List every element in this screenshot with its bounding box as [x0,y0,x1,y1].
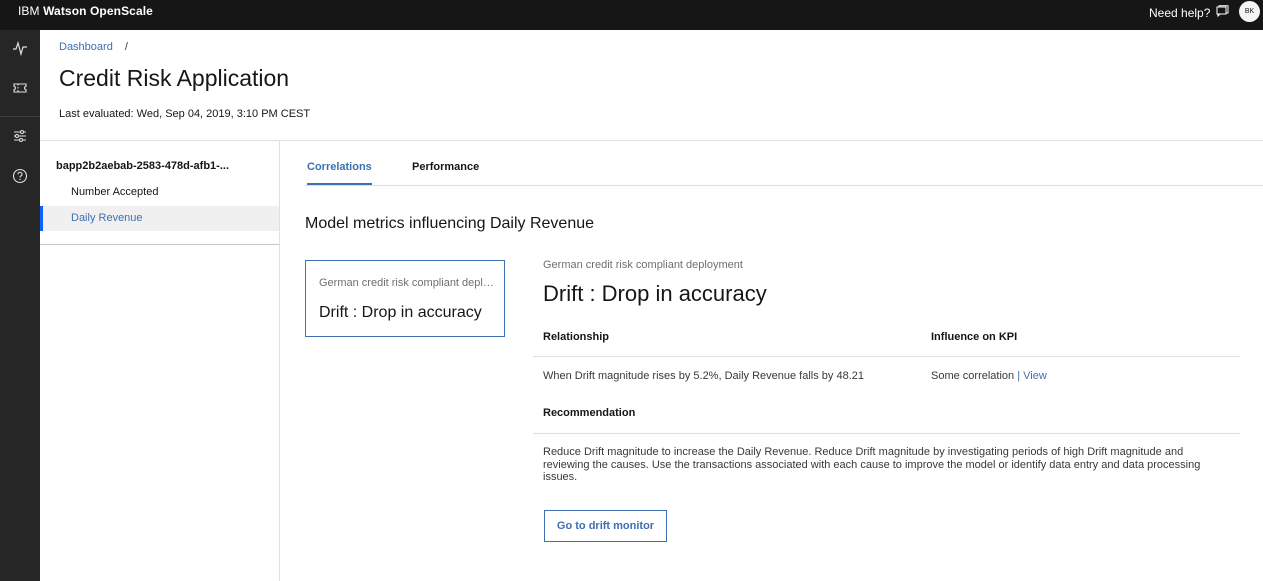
breadcrumb: Dashboard / [59,41,128,53]
help-icon [12,168,28,189]
model-catalog-nav-button[interactable] [0,70,40,110]
relationship-value: When Drift magnitude rises by 5.2%, Dail… [543,370,864,382]
side-rail [0,30,40,581]
user-avatar[interactable]: BK [1239,1,1260,22]
nav-item-number-accepted[interactable]: Number Accepted [40,180,279,205]
nav-item-daily-revenue[interactable]: Daily Revenue [40,206,279,231]
card-subtitle: German credit risk compliant deployment [319,277,494,289]
last-evaluated-text: Last evaluated: Wed, Sep 04, 2019, 3:10 … [59,108,311,120]
tab-bar: Correlations Performance [305,141,1263,186]
app-brand[interactable]: IBM Watson OpenScale [18,4,153,18]
need-help-label: Need help? [1149,5,1211,20]
recommendation-header: Recommendation [543,407,636,419]
deployment-title: bapp2b2aebab-2583-478d-afb1-... [56,160,230,172]
brand-name: Watson OpenScale [43,4,153,18]
influence-cell: Some correlation | View [931,370,1047,382]
nav-divider [279,141,280,581]
card-title: Drift : Drop in accuracy [319,304,482,321]
breadcrumb-dashboard-link[interactable]: Dashboard [59,41,113,53]
chat-icon [1216,5,1229,20]
go-to-drift-monitor-button[interactable]: Go to drift monitor [544,510,667,542]
recommendation-text: Reduce Drift magnitude to increase the D… [543,446,1201,483]
brand-prefix: IBM [18,4,40,18]
tab-correlations[interactable]: Correlations [307,161,372,185]
ticket-icon [12,80,28,101]
page-header: Dashboard / Credit Risk Application Last… [40,30,1263,141]
sliders-icon [12,128,28,149]
tab-performance[interactable]: Performance [412,161,479,183]
relationship-header: Relationship [543,331,610,343]
metric-card[interactable]: German credit risk compliant deployment … [305,260,505,337]
influence-value: Some correlation [931,370,1015,382]
detail-subtitle: German credit risk compliant deployment [543,259,743,271]
top-bar: IBM Watson OpenScale Need help? BK [0,0,1263,30]
activity-icon [12,40,28,61]
configure-nav-button[interactable] [0,118,40,158]
influence-separator: | [1017,370,1021,382]
view-correlation-link[interactable]: View [1023,370,1047,382]
insights-nav-button[interactable] [0,30,40,70]
detail-title: Drift : Drop in accuracy [543,281,767,306]
kpi-nav: bapp2b2aebab-2583-478d-afb1-... Number A… [40,141,279,245]
need-help-button[interactable]: Need help? [1149,5,1229,20]
breadcrumb-separator: / [124,41,128,53]
section-title: Model metrics influencing Daily Revenue [305,215,595,232]
page-title: Credit Risk Application [59,65,290,91]
recommendation-divider [533,433,1240,434]
table-divider [533,356,1240,357]
help-nav-button[interactable] [0,158,40,198]
rail-divider [0,116,40,117]
influence-header: Influence on KPI [931,331,1018,343]
